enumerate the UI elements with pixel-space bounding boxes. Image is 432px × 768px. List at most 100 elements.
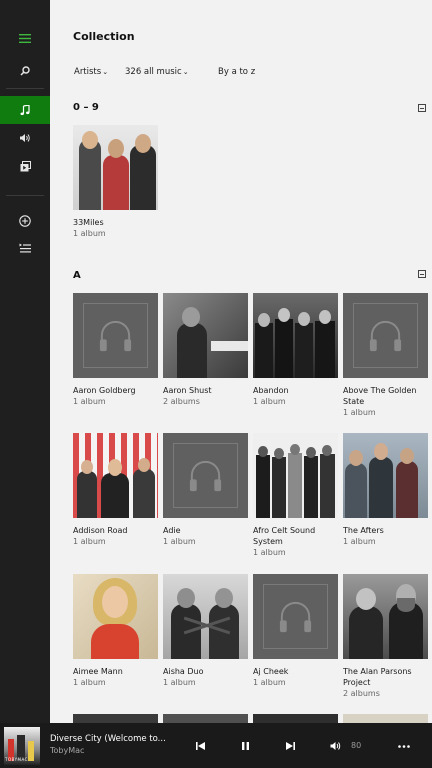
- plus-circle-icon: [19, 215, 31, 227]
- sidebar-item-video[interactable]: [0, 152, 50, 180]
- artist-photo: [73, 125, 158, 210]
- artists-filter-label: Artists: [74, 67, 102, 77]
- search-button[interactable]: [0, 57, 50, 85]
- more-options-button[interactable]: [397, 739, 411, 753]
- artist-placeholder-art: [253, 574, 338, 659]
- artist-tile[interactable]: Adie 1 album: [163, 433, 248, 547]
- album-thumbnail[interactable]: TOBYMAC: [4, 727, 40, 765]
- collapse-section-button[interactable]: [418, 270, 426, 278]
- music-note-icon: [20, 104, 30, 115]
- playlist-icon: [19, 243, 31, 253]
- headphones-icon: [99, 320, 132, 352]
- album-count: 1 album: [253, 678, 286, 687]
- track-title[interactable]: Diverse City (Welcome to...: [50, 734, 166, 744]
- album-count: 1 album: [253, 397, 286, 406]
- album-count: 1 album: [73, 229, 106, 238]
- artist-tile-partial[interactable]: [163, 714, 248, 723]
- album-count: 1 album: [163, 678, 196, 687]
- artist-name: The Alan Parsons Project: [343, 667, 412, 687]
- hamburger-icon: [19, 33, 31, 43]
- artist-photo: [163, 574, 248, 659]
- playlists-button[interactable]: [0, 234, 50, 262]
- artist-placeholder-art: [73, 293, 158, 378]
- artist-name: Aimee Mann: [73, 667, 123, 676]
- artist-tile[interactable]: Afro Celt Sound System 1 album: [253, 433, 338, 558]
- artist-photo: [73, 433, 158, 518]
- volume-button[interactable]: [328, 739, 342, 753]
- video-icon: [20, 160, 31, 171]
- section-heading: 0 – 9: [73, 102, 99, 113]
- artist-name: Aaron Shust: [163, 386, 212, 395]
- now-playing-bar: TOBYMAC Diverse City (Welcome to... Toby…: [0, 723, 432, 768]
- next-button[interactable]: [283, 739, 297, 753]
- artist-placeholder-art: [343, 293, 428, 378]
- album-count: 2 albums: [343, 689, 380, 698]
- section-heading: A: [73, 270, 81, 281]
- artist-tile[interactable]: Aj Cheek 1 album: [253, 574, 338, 688]
- artist-name: The Afters: [343, 526, 384, 535]
- artist-photo: [73, 574, 158, 659]
- music-count-label: 326 all music: [125, 67, 182, 77]
- chevron-down-icon: ⌄: [182, 68, 189, 76]
- artist-placeholder-art: [163, 433, 248, 518]
- headphones-icon: [189, 460, 222, 492]
- album-count: 1 album: [73, 537, 106, 546]
- sort-label: By a to z: [218, 67, 256, 77]
- sidebar-item-music[interactable]: [0, 96, 50, 124]
- search-icon: [20, 66, 30, 76]
- artist-name: Afro Celt Sound System: [253, 526, 316, 546]
- artist-tile-partial[interactable]: [73, 714, 158, 723]
- headphones-icon: [369, 320, 402, 352]
- artist-tile[interactable]: Above The Golden State 1 album: [343, 293, 428, 418]
- artist-tile[interactable]: The Afters 1 album: [343, 433, 428, 547]
- artist-tile[interactable]: The Alan Parsons Project 2 albums: [343, 574, 428, 699]
- album-count: 1 album: [253, 548, 286, 557]
- artist-tile-partial[interactable]: [343, 714, 428, 723]
- next-icon: [285, 742, 295, 750]
- artist-photo: [253, 293, 338, 378]
- sidebar: [0, 0, 50, 723]
- collapse-section-button[interactable]: [418, 104, 426, 112]
- collection-pane: Collection Artists⌄ 326 all music⌄ By a …: [50, 0, 432, 723]
- artist-photo: [343, 433, 428, 518]
- chevron-down-icon: ⌄: [102, 68, 109, 76]
- artist-tile[interactable]: Abandon 1 album: [253, 293, 338, 407]
- page-title: Collection: [73, 30, 135, 43]
- artist-photo: [253, 433, 338, 518]
- artist-name: Aaron Goldberg: [73, 386, 136, 395]
- artist-tile[interactable]: Addison Road 1 album: [73, 433, 158, 547]
- speaker-waves-icon: [20, 134, 30, 142]
- album-count: 1 album: [73, 678, 106, 687]
- hamburger-menu-button[interactable]: [0, 24, 50, 52]
- pause-button[interactable]: [238, 739, 252, 753]
- artists-filter-dropdown[interactable]: Artists⌄: [74, 67, 108, 77]
- artist-name: Above The Golden State: [343, 386, 417, 406]
- pause-icon: [241, 742, 249, 750]
- album-count: 1 album: [73, 397, 106, 406]
- artist-tile[interactable]: Aimee Mann 1 album: [73, 574, 158, 688]
- artist-photo: [343, 574, 428, 659]
- artist-tile[interactable]: Aaron Shust 2 albums: [163, 293, 248, 407]
- artist-tile-partial[interactable]: [253, 714, 338, 723]
- artist-photo: [163, 293, 248, 378]
- artist-name: Abandon: [253, 386, 289, 395]
- music-count-dropdown[interactable]: 326 all music⌄: [125, 67, 189, 77]
- sidebar-divider: [6, 195, 44, 196]
- artist-tile[interactable]: 33Miles 1 album: [73, 125, 158, 239]
- artist-tile[interactable]: Aaron Goldberg 1 album: [73, 293, 158, 407]
- previous-button[interactable]: [193, 739, 207, 753]
- album-count: 2 albums: [163, 397, 200, 406]
- speaker-volume-icon: [330, 742, 340, 750]
- headphones-icon: [279, 601, 312, 633]
- previous-icon: [195, 742, 205, 750]
- sidebar-divider: [6, 88, 44, 89]
- album-thumbnail-text: TOBYMAC: [5, 757, 28, 762]
- album-count: 1 album: [343, 537, 376, 546]
- sort-button[interactable]: By a to z: [218, 67, 255, 77]
- artist-name: Aisha Duo: [163, 667, 204, 676]
- track-artist[interactable]: TobyMac: [50, 746, 84, 755]
- sidebar-item-now-playing[interactable]: [0, 124, 50, 152]
- artist-tile[interactable]: Aisha Duo 1 album: [163, 574, 248, 688]
- add-button[interactable]: [0, 207, 50, 235]
- album-count: 1 album: [343, 408, 376, 417]
